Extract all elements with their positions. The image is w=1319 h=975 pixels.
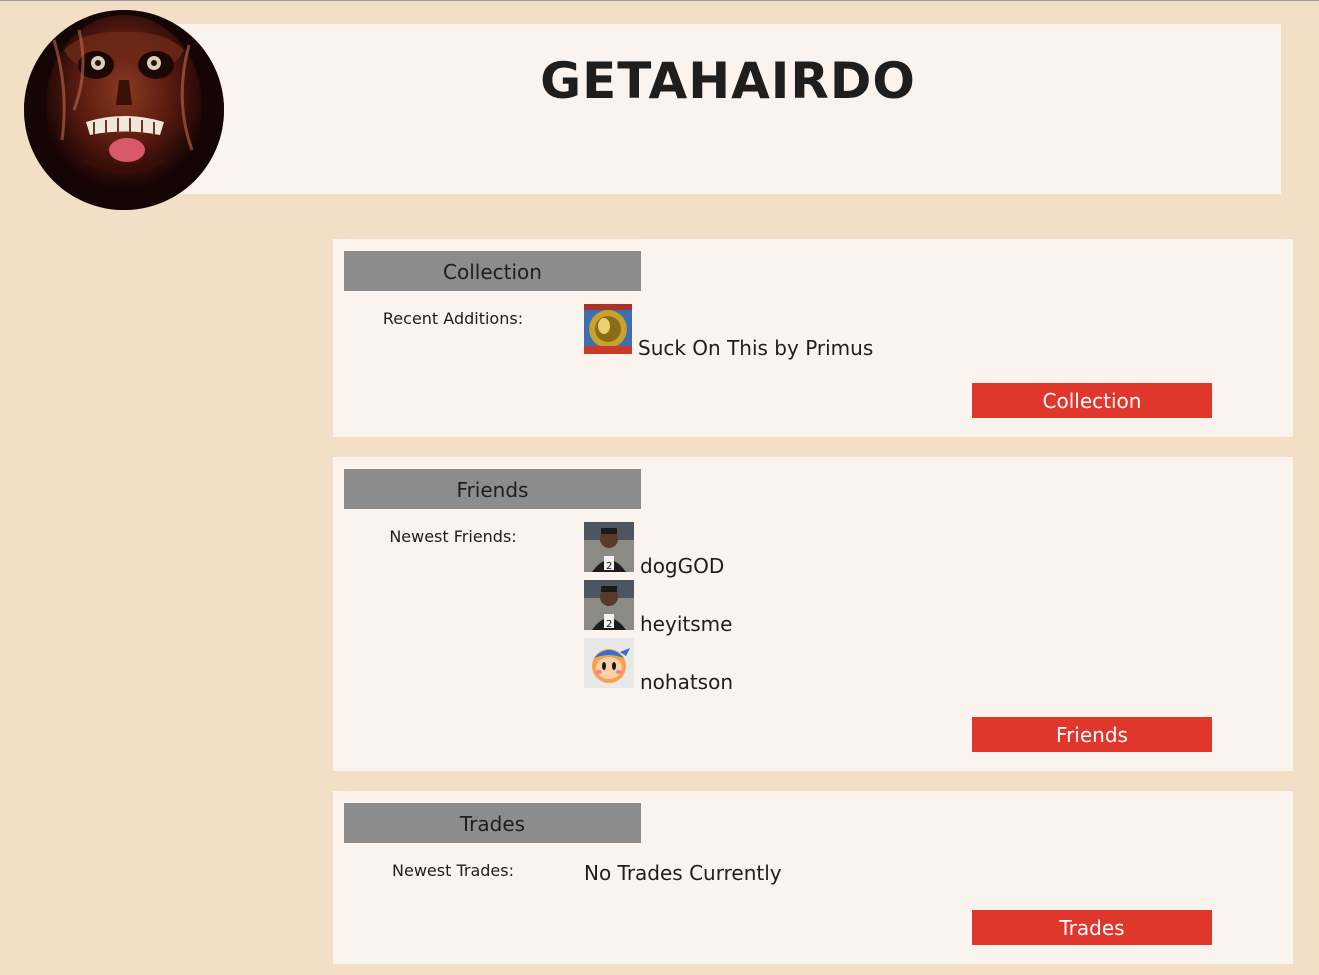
collection-card: Collection Recent Additions: Suck On Thi… (333, 239, 1293, 437)
friend-name: dogGOD (640, 554, 725, 578)
collection-item-text: Suck On This by Primus (638, 336, 874, 360)
collection-section-title: Collection (344, 251, 641, 291)
profile-username: GETAHAIRDO (540, 52, 916, 110)
friend-avatar-icon: 2 (584, 522, 634, 572)
friend-item[interactable]: 2 dogGOD (584, 522, 724, 578)
collection-item[interactable]: Suck On This by Primus (584, 304, 873, 360)
album-cover-icon (584, 304, 632, 354)
friends-section-title: Friends (344, 469, 641, 509)
friend-avatar-icon: 2 (584, 580, 634, 630)
friend-item[interactable]: 2 heyitsme (584, 580, 732, 636)
friends-button[interactable]: Friends (972, 717, 1212, 752)
trades-button[interactable]: Trades (972, 910, 1212, 945)
svg-text:2: 2 (606, 619, 612, 630)
friend-name: nohatson (640, 670, 734, 694)
profile-avatar (24, 10, 224, 210)
svg-text:2: 2 (606, 561, 612, 572)
newest-trades-label: Newest Trades: (392, 861, 514, 880)
friend-item[interactable]: nohatson (584, 638, 733, 694)
no-trades-text: No Trades Currently (584, 861, 782, 885)
recent-additions-label: Recent Additions: (382, 309, 524, 328)
friends-card: Friends Newest Friends: 2 dogGOD 2 heyit… (333, 457, 1293, 771)
trades-card: Trades Newest Trades: No Trades Currentl… (333, 791, 1293, 964)
newest-friends-label: Newest Friends: (389, 527, 517, 546)
friend-name: heyitsme (640, 612, 733, 636)
friend-avatar-icon (584, 638, 634, 688)
profile-header: GETAHAIRDO (150, 24, 1281, 194)
collection-button[interactable]: Collection (972, 383, 1212, 418)
trades-section-title: Trades (344, 803, 641, 843)
